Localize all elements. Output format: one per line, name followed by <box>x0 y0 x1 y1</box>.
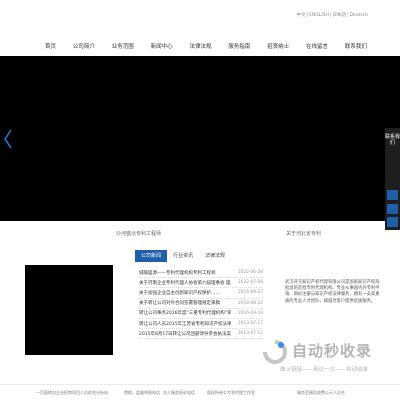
news-title[interactable]: 转让公司事务2016年度“三重专利代理机构”荣誉 <box>139 310 231 316</box>
footer-link[interactable]: 版权所有©专利代理工作室 <box>207 390 255 396</box>
phone-icon[interactable] <box>387 190 398 200</box>
nav-contact-us[interactable]: 联系我们 <box>345 41 367 53</box>
news-list-item[interactable]: 关于河南企业专利代理人协会第六届理事会 理事候选人名单 2022-07-08 <box>139 278 263 289</box>
nav-service-guide[interactable]: 服务指南 <box>228 41 250 53</box>
footer-divider <box>0 384 400 385</box>
watermark-logo-icon <box>262 338 288 364</box>
lang-english-link[interactable]: ENGLISH <box>309 13 329 18</box>
floating-contact-panel: 联系我们 <box>385 128 400 230</box>
news-date: 2013-07-17 <box>238 321 263 327</box>
watermark: 自动秒收录 做上链接——来访一次——自动收录 <box>262 338 388 378</box>
news-title[interactable]: 关于河南企业专利代理人协会第六届理事会 理事候选人名单 <box>139 280 231 286</box>
news-list: 城陵盛源——专利代理机构专利工程师 2022-06-24 关于河南企业专利代理人… <box>139 268 263 340</box>
watermark-title: 自动秒收录 <box>292 342 373 360</box>
back-to-top-icon[interactable] <box>387 217 398 227</box>
section-label-about: 关于河北省专利 <box>286 231 322 237</box>
tab-laws[interactable]: 法律法规 <box>199 250 231 262</box>
lang-german-link[interactable]: Deutsch <box>349 13 368 18</box>
news-list-item[interactable]: 转让公司人员2015年江苏省专利知识产权法律培训会议 2013-07-17 <box>139 319 263 330</box>
news-date: 2016-09-19 <box>238 310 263 316</box>
news-date: 2013-07-12 <box>238 331 263 337</box>
news-list-item[interactable]: 关于加强企业自主创新知识产权保护…… 2016-09-27 <box>139 288 263 299</box>
footer-link[interactable]: 一页面转自企业招商项目人员综合分析站 <box>36 390 108 396</box>
chevron-left-icon[interactable] <box>2 128 14 150</box>
nav-company-intro[interactable]: 公司简介 <box>73 41 95 53</box>
news-date: 2016-09-27 <box>238 290 263 296</box>
footer-link[interactable]: 赞助，监督举报电话 <box>124 390 160 396</box>
news-title[interactable]: 转让公司人员2015年江苏省专利知识产权法律培训会议 <box>139 321 231 327</box>
nav-laws[interactable]: 法律法规 <box>189 41 211 53</box>
nav-online-message[interactable]: 在线留言 <box>306 41 328 53</box>
lang-separator: | <box>306 13 309 18</box>
news-date: 2022-07-08 <box>238 280 263 286</box>
main-nav: 首页 公司简介 业务范围 新闻中心 法律法规 服务指南 招贤纳士 在线留言 联系… <box>45 41 367 53</box>
nav-business-scope[interactable]: 业务范围 <box>112 41 134 53</box>
message-icon[interactable] <box>387 204 398 214</box>
news-date: 2022-06-24 <box>238 270 263 276</box>
nav-news-center[interactable]: 新闻中心 <box>151 41 173 53</box>
news-date: 2018-08-22 <box>238 300 263 306</box>
tab-company-news[interactable]: 公司新闻 <box>135 250 168 262</box>
lang-chinese-link[interactable]: 中文 <box>297 13 306 18</box>
tab-industry-news[interactable]: 行业资讯 <box>167 250 199 262</box>
about-description: 武汉开元知识产权代理有限公司是国家知识产权局批准的首批专利代理机构，专业从事国内… <box>285 280 380 304</box>
nav-home[interactable]: 首页 <box>45 41 56 53</box>
news-list-item[interactable]: 2015年6月17日转让公司团部领导参会执法案例发表会见AJ… 2013-07-… <box>139 329 263 340</box>
language-switcher: 中文|ENGLISH|日本語|Deutsch <box>297 12 368 18</box>
nav-careers[interactable]: 招贤纳士 <box>267 41 289 53</box>
news-title[interactable]: 关于转让公司对外合同签署管理规定来稿 <box>139 300 220 306</box>
news-title[interactable]: 2015年6月17日转让公司团部领导参会执法案例发表会见AJ… <box>139 331 231 337</box>
news-title[interactable]: 关于加强企业自主创新知识产权保护…… <box>139 290 220 296</box>
watermark-subtitle: 做上链接——来访一次——自动收录 <box>280 367 369 373</box>
hero-banner <box>0 56 400 221</box>
news-title[interactable]: 城陵盛源——专利代理机构专利工程师 <box>139 270 216 276</box>
floating-contact-label: 联系我们 <box>385 134 400 147</box>
news-list-item[interactable]: 转让公司事务2016年度“三重专利代理机构”荣誉 2016-09-19 <box>139 309 263 319</box>
news-tabs: 公司新闻 行业资讯 法律法规 <box>135 250 231 262</box>
footer-link[interactable]: 法人服务投诉电话 <box>163 390 195 396</box>
news-image[interactable] <box>25 265 113 355</box>
lang-japanese-link[interactable]: 日本語 <box>332 13 346 18</box>
news-list-item[interactable]: 城陵盛源——专利代理机构专利工程师 2022-06-24 <box>139 268 263 279</box>
news-list-item[interactable]: 关于转让公司对外合同签署管理规定来稿 2018-08-22 <box>139 299 263 309</box>
section-label-engineer: 沙河盛沅专利工程师 <box>116 231 162 237</box>
footer-link[interactable]: 服务范围及收费公示人员名 <box>297 390 345 396</box>
